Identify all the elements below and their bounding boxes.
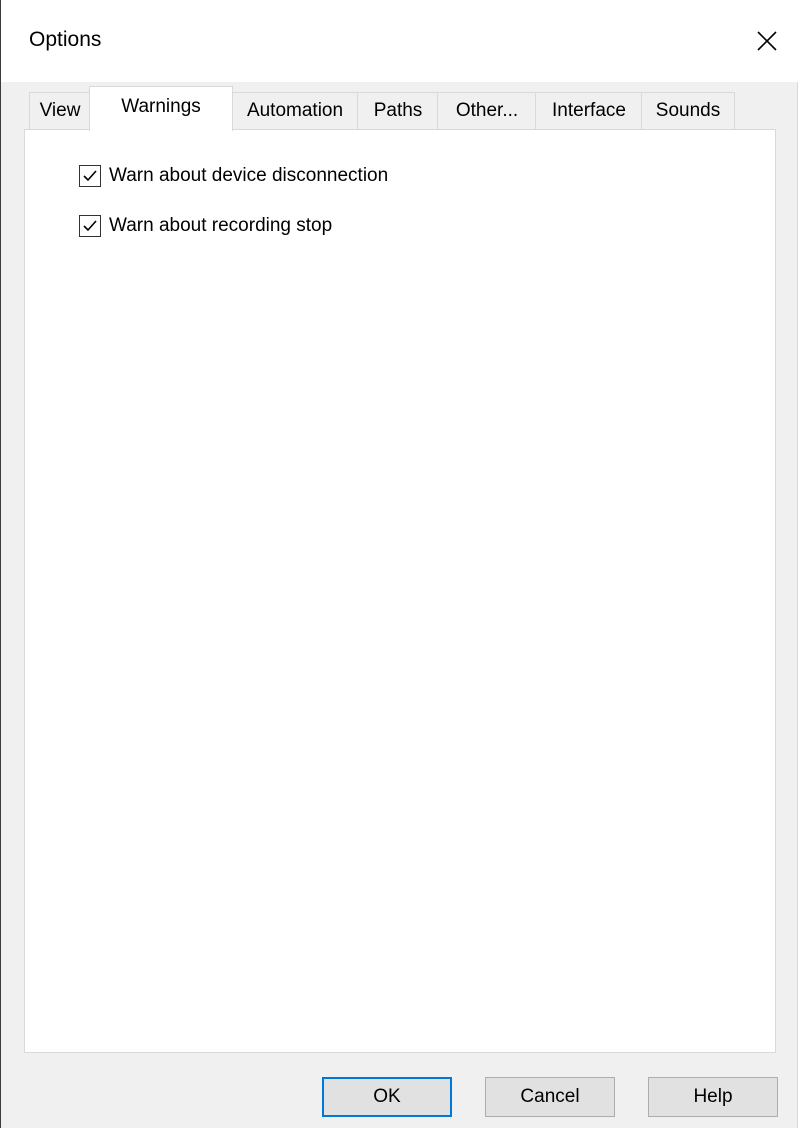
warnings-panel: Warn about device disconnection Warn abo… <box>24 129 776 1053</box>
checkmark-icon <box>83 170 97 182</box>
tab-warnings[interactable]: Warnings <box>89 86 233 131</box>
checkmark-icon <box>83 220 97 232</box>
tab-sounds[interactable]: Sounds <box>641 92 735 130</box>
cancel-button[interactable]: Cancel <box>485 1077 615 1117</box>
close-button[interactable] <box>738 0 798 82</box>
close-icon <box>757 31 777 51</box>
tab-automation[interactable]: Automation <box>231 92 359 130</box>
warn-recording-stop-option[interactable]: Warn about recording stop <box>79 214 332 238</box>
warn-device-disconnection-checkbox[interactable] <box>79 165 101 187</box>
warn-device-disconnection-option[interactable]: Warn about device disconnection <box>79 164 388 188</box>
dialog-title: Options <box>29 28 102 51</box>
ok-button[interactable]: OK <box>322 1077 452 1117</box>
help-button[interactable]: Help <box>648 1077 778 1117</box>
tab-view[interactable]: View <box>29 92 91 130</box>
tab-other[interactable]: Other... <box>437 92 537 130</box>
warn-recording-stop-label: Warn about recording stop <box>109 215 333 236</box>
tab-paths[interactable]: Paths <box>357 92 439 130</box>
options-dialog: Options View Warnings Automation Paths O… <box>0 0 798 1128</box>
warn-device-disconnection-label: Warn about device disconnection <box>109 165 389 186</box>
warn-recording-stop-checkbox[interactable] <box>79 215 101 237</box>
tab-interface[interactable]: Interface <box>535 92 643 130</box>
title-bar: Options <box>1 0 798 82</box>
